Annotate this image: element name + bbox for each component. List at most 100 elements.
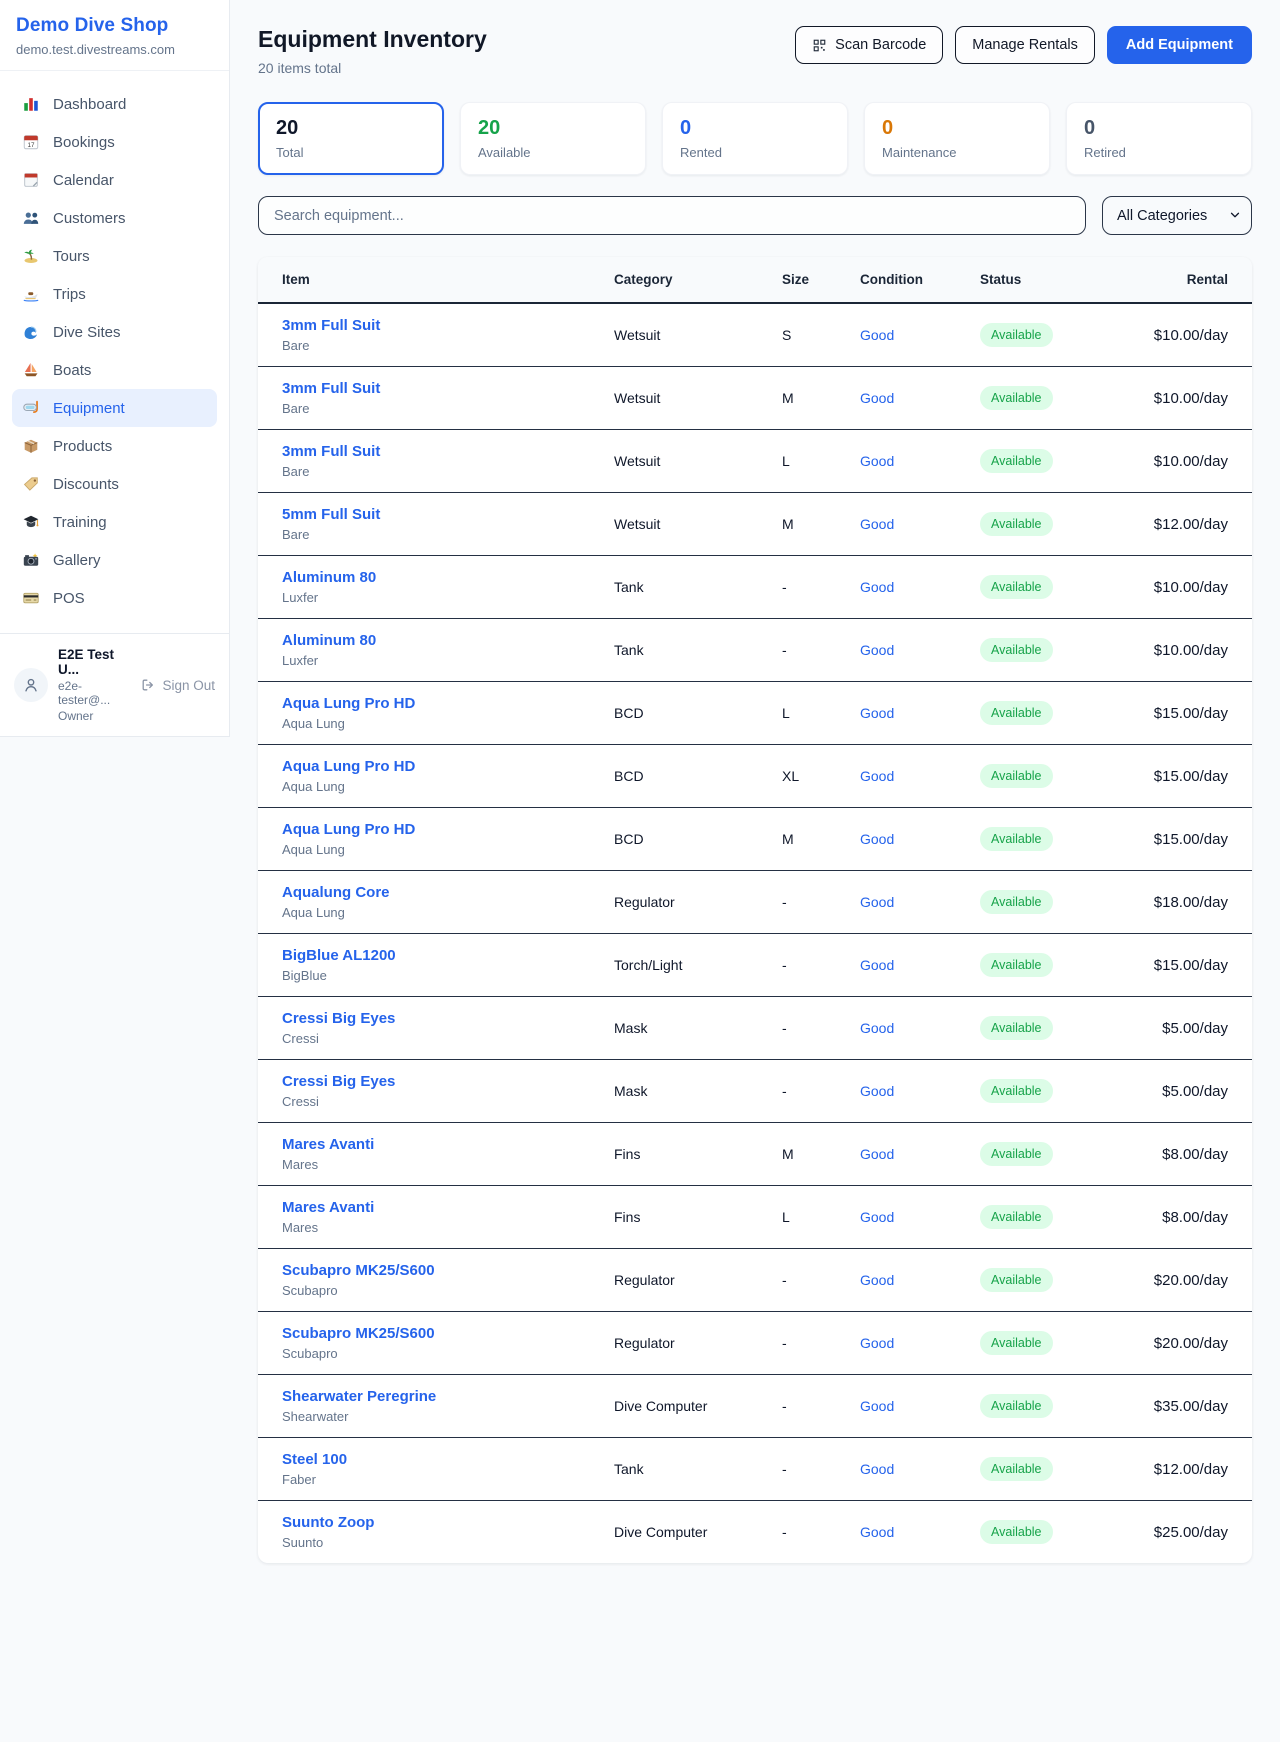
item-name-link[interactable]: Mares Avanti (282, 1199, 374, 1216)
item-condition-link[interactable]: Good (860, 516, 894, 532)
stat-card[interactable]: 0 Retired (1066, 102, 1252, 175)
island-icon (22, 247, 40, 265)
item-condition-link[interactable]: Good (860, 957, 894, 973)
bar-chart-icon (22, 95, 40, 113)
item-condition-link[interactable]: Good (860, 705, 894, 721)
sidebar-item[interactable]: POS (12, 579, 217, 617)
item-name-link[interactable]: 3mm Full Suit (282, 443, 380, 460)
item-name-link[interactable]: Steel 100 (282, 1451, 347, 1468)
add-equipment-label: Add Equipment (1126, 37, 1233, 53)
item-brand: Cressi (282, 1031, 586, 1046)
table-row: Scubapro MK25/S600 Scubapro Regulator - … (258, 1249, 1252, 1312)
item-name-link[interactable]: 3mm Full Suit (282, 317, 380, 334)
item-name-link[interactable]: Suunto Zoop (282, 1514, 374, 1531)
stat-value: 0 (882, 117, 1032, 140)
sidebar-item[interactable]: Dive Sites (12, 313, 217, 351)
item-condition-link[interactable]: Good (860, 327, 894, 343)
item-brand: Scubapro (282, 1283, 586, 1298)
category-select[interactable]: All Categories (1102, 196, 1252, 235)
column-header-size[interactable]: Size (768, 257, 846, 303)
item-condition-link[interactable]: Good (860, 1020, 894, 1036)
sidebar-item[interactable]: Trips (12, 275, 217, 313)
scan-barcode-button[interactable]: Scan Barcode (795, 26, 943, 64)
item-name-link[interactable]: Aqua Lung Pro HD (282, 695, 415, 712)
column-header-condition[interactable]: Condition (846, 257, 966, 303)
column-header-category[interactable]: Category (600, 257, 768, 303)
sidebar-item[interactable]: Gallery (12, 541, 217, 579)
package-icon (22, 437, 40, 455)
item-name-link[interactable]: Shearwater Peregrine (282, 1388, 436, 1405)
item-name-link[interactable]: Aqualung Core (282, 884, 390, 901)
item-name-link[interactable]: Aluminum 80 (282, 632, 376, 649)
table-row: Aqualung Core Aqua Lung Regulator - Good… (258, 871, 1252, 934)
manage-rentals-button[interactable]: Manage Rentals (955, 26, 1095, 64)
stat-value: 0 (680, 117, 830, 140)
item-name-link[interactable]: Cressi Big Eyes (282, 1073, 395, 1090)
item-name-link[interactable]: BigBlue AL1200 (282, 947, 396, 964)
sidebar-item[interactable]: Products (12, 427, 217, 465)
item-brand: Aqua Lung (282, 716, 586, 731)
sidebar-item[interactable]: Customers (12, 199, 217, 237)
item-size: - (768, 871, 846, 934)
item-name-link[interactable]: Scubapro MK25/S600 (282, 1262, 435, 1279)
item-condition-link[interactable]: Good (860, 1461, 894, 1477)
shop-name[interactable]: Demo Dive Shop (16, 15, 213, 37)
sidebar-item-label: Boats (53, 362, 91, 379)
add-equipment-button[interactable]: Add Equipment (1107, 26, 1252, 64)
item-condition-link[interactable]: Good (860, 894, 894, 910)
sidebar-item[interactable]: 17 Bookings (12, 123, 217, 161)
item-condition-link[interactable]: Good (860, 1335, 894, 1351)
item-name-link[interactable]: 3mm Full Suit (282, 380, 380, 397)
stat-card[interactable]: 0 Rented (662, 102, 848, 175)
stat-card[interactable]: 0 Maintenance (864, 102, 1050, 175)
item-name-link[interactable]: Scubapro MK25/S600 (282, 1325, 435, 1342)
stat-value: 20 (478, 117, 628, 140)
item-name-link[interactable]: Cressi Big Eyes (282, 1010, 395, 1027)
item-condition-link[interactable]: Good (860, 1272, 894, 1288)
search-input[interactable] (258, 196, 1086, 235)
item-name-link[interactable]: Mares Avanti (282, 1136, 374, 1153)
table-row: Mares Avanti Mares Fins M Good Available (258, 1123, 1252, 1186)
item-condition-link[interactable]: Good (860, 579, 894, 595)
user-meta: E2E Test U... e2e-tester@... Owner (58, 647, 130, 723)
item-condition-link[interactable]: Good (860, 768, 894, 784)
item-condition-link[interactable]: Good (860, 1524, 894, 1540)
column-header-status[interactable]: Status (966, 257, 1134, 303)
sidebar-item[interactable]: Tours (12, 237, 217, 275)
item-condition-link[interactable]: Good (860, 1398, 894, 1414)
column-header-rental[interactable]: Rental (1134, 257, 1252, 303)
column-header-item[interactable]: Item (258, 257, 600, 303)
stat-card[interactable]: 20 Available (460, 102, 646, 175)
item-rental-rate: $20.00/day (1134, 1312, 1252, 1375)
item-condition-link[interactable]: Good (860, 642, 894, 658)
item-size: M (768, 1123, 846, 1186)
item-condition-link[interactable]: Good (860, 453, 894, 469)
sidebar-item[interactable]: Dashboard (12, 85, 217, 123)
sidebar-item[interactable]: Boats (12, 351, 217, 389)
item-name-link[interactable]: Aluminum 80 (282, 569, 376, 586)
sidebar-item[interactable]: Calendar (12, 161, 217, 199)
item-size: - (768, 1249, 846, 1312)
item-name-link[interactable]: Aqua Lung Pro HD (282, 821, 415, 838)
item-brand: Shearwater (282, 1409, 586, 1424)
item-condition-link[interactable]: Good (860, 831, 894, 847)
item-condition-link[interactable]: Good (860, 1209, 894, 1225)
item-condition-link[interactable]: Good (860, 1083, 894, 1099)
sign-out-button[interactable]: Sign Out (140, 677, 215, 693)
item-name-link[interactable]: 5mm Full Suit (282, 506, 380, 523)
equipment-table: Item Category Size Condition Status Rent… (258, 257, 1252, 1563)
sidebar-item[interactable]: Equipment (12, 389, 217, 427)
item-brand: Bare (282, 338, 586, 353)
item-condition-link[interactable]: Good (860, 1146, 894, 1162)
sidebar-item-label: Discounts (53, 476, 119, 493)
sidebar-item-label: Customers (53, 210, 126, 227)
item-brand: Aqua Lung (282, 779, 586, 794)
item-rental-rate: $10.00/day (1134, 367, 1252, 430)
stat-card[interactable]: 20 Total (258, 102, 444, 175)
item-name-link[interactable]: Aqua Lung Pro HD (282, 758, 415, 775)
status-badge: Available (980, 1331, 1053, 1355)
item-condition-link[interactable]: Good (860, 390, 894, 406)
filters-row: All Categories (258, 196, 1252, 235)
sidebar-item[interactable]: Discounts (12, 465, 217, 503)
sidebar-item[interactable]: Training (12, 503, 217, 541)
